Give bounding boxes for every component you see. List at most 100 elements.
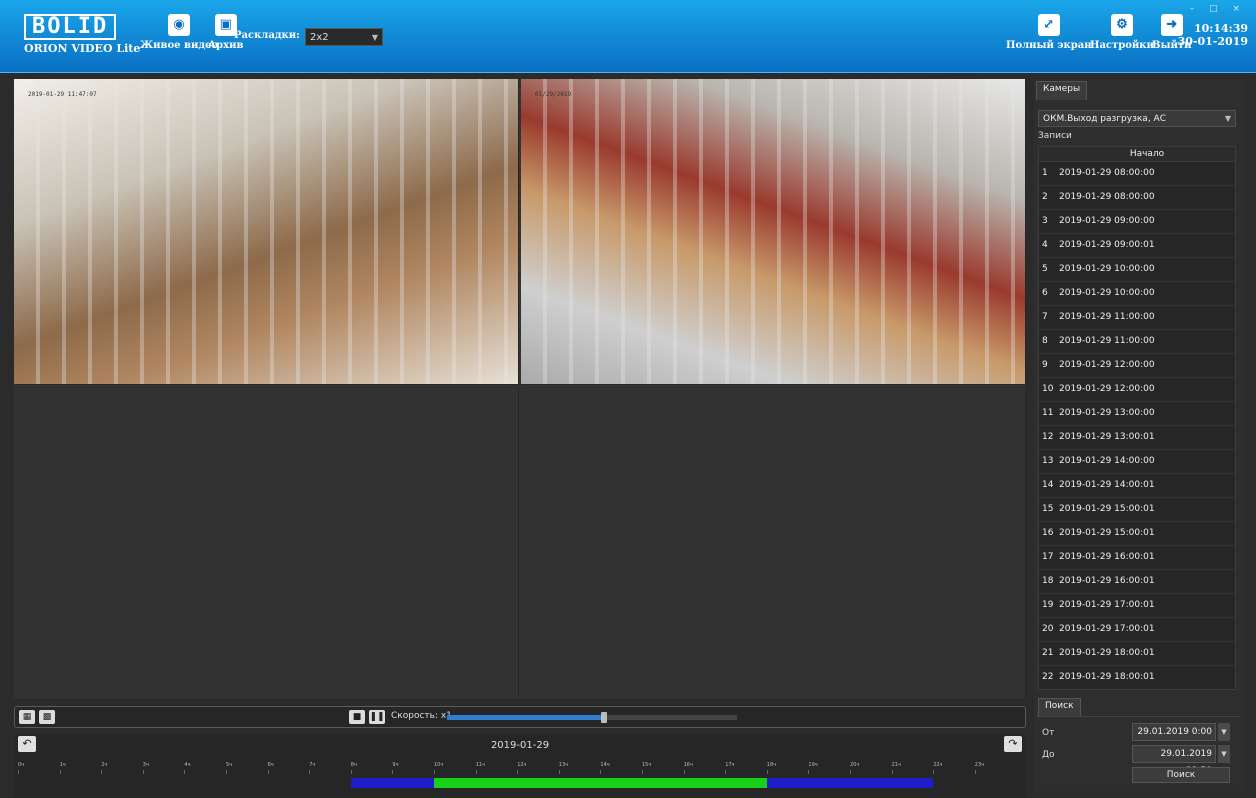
record-row[interactable]: 20 2019-01-29 17:00:01	[1039, 618, 1235, 642]
record-row[interactable]: 2 2019-01-29 08:00:00	[1039, 186, 1235, 210]
camera-select[interactable]: ОКМ.Выход разгрузка, АС ▼	[1038, 110, 1236, 127]
record-row[interactable]: 12 2019-01-29 13:00:01	[1039, 426, 1235, 450]
playback-controls: ▦ ▩ ■ ❚❚ Скорость: x1	[14, 706, 1026, 728]
records-label: Записи	[1038, 131, 1072, 141]
record-row[interactable]: 8 2019-01-29 11:00:00	[1039, 330, 1235, 354]
record-row[interactable]: 1 2019-01-29 08:00:00	[1039, 162, 1235, 186]
stop-button[interactable]: ■	[349, 710, 365, 724]
record-start-time: 2019-01-29 16:00:01	[1059, 552, 1155, 562]
timeline-hour-label: 17ч	[725, 762, 735, 768]
record-row[interactable]: 21 2019-01-29 18:00:01	[1039, 642, 1235, 666]
timeline-hour-label: 12ч	[517, 762, 527, 768]
records-header-start: Начало	[1039, 147, 1235, 162]
record-row[interactable]: 10 2019-01-29 12:00:00	[1039, 378, 1235, 402]
video-timestamp-1: 2019-01-29 11:47:07	[28, 91, 97, 98]
speed-label: Скорость: x1	[391, 711, 452, 721]
timeline-date: 2019-01-29	[490, 740, 550, 751]
record-row[interactable]: 4 2019-01-29 09:00:01	[1039, 234, 1235, 258]
archive-timeline[interactable]: ↶ 2019-01-29 ↷ 0ч 1ч 2ч 3ч 4ч 5ч 6ч 7ч 8ч 9ч 10ч 11…	[14, 734, 1026, 798]
fullscreen-button[interactable]: ⤢ Полный экран	[1006, 14, 1092, 51]
timeline-tick	[558, 770, 560, 774]
record-row[interactable]: 11 2019-01-29 13:00:00	[1039, 402, 1235, 426]
window-controls[interactable]: – □ ×	[1190, 4, 1246, 14]
record-row[interactable]: 7 2019-01-29 11:00:00	[1039, 306, 1235, 330]
record-number: 3	[1042, 216, 1048, 226]
timeline-hour-label: 0ч	[18, 762, 25, 768]
record-start-time: 2019-01-29 09:00:01	[1059, 240, 1155, 250]
to-date-dropdown[interactable]: ▼	[1218, 745, 1230, 763]
right-panel: Камеры ОКМ.Выход разгрузка, АС ▼ Записи …	[1034, 79, 1244, 791]
record-number: 20	[1042, 624, 1054, 634]
fullscreen-label: Полный экран	[1006, 40, 1092, 51]
record-row[interactable]: 22 2019-01-29 18:00:01	[1039, 666, 1235, 689]
record-start-time: 2019-01-29 09:00:00	[1059, 216, 1155, 226]
record-row[interactable]: 15 2019-01-29 15:00:01	[1039, 498, 1235, 522]
tab-search[interactable]: Поиск	[1038, 698, 1081, 717]
layout-select[interactable]: 2x2 ▼	[305, 28, 383, 46]
record-start-time: 2019-01-29 12:00:00	[1059, 360, 1155, 370]
record-start-time: 2019-01-29 18:00:01	[1059, 648, 1155, 658]
settings-label: Настройки	[1090, 40, 1154, 51]
timeline-recording-segment[interactable]	[766, 778, 934, 788]
record-number: 22	[1042, 672, 1054, 682]
record-start-time: 2019-01-29 10:00:00	[1059, 264, 1155, 274]
timeline-tick	[101, 770, 103, 774]
record-start-time: 2019-01-29 15:00:01	[1059, 504, 1155, 514]
record-row[interactable]: 17 2019-01-29 16:00:01	[1039, 546, 1235, 570]
timeline-hour-label: 16ч	[683, 762, 693, 768]
speed-slider[interactable]	[447, 712, 737, 723]
record-number: 5	[1042, 264, 1048, 274]
speed-slider-handle[interactable]	[600, 712, 607, 723]
chevron-down-icon: ▼	[1221, 750, 1227, 758]
snapshot-button[interactable]: ▦	[19, 710, 35, 724]
record-number: 19	[1042, 600, 1054, 610]
from-date-field[interactable]: 29.01.2019 0:00	[1132, 723, 1216, 741]
record-row[interactable]: 9 2019-01-29 12:00:00	[1039, 354, 1235, 378]
timeline-hour-label: 23ч	[974, 762, 985, 768]
record-row[interactable]: 5 2019-01-29 10:00:00	[1039, 258, 1235, 282]
to-label: До	[1042, 750, 1055, 760]
record-row[interactable]: 13 2019-01-29 14:00:00	[1039, 450, 1235, 474]
video-frame-1	[14, 79, 518, 384]
record-row[interactable]: 18 2019-01-29 16:00:01	[1039, 570, 1235, 594]
timeline-hour-label: 4ч	[184, 762, 191, 768]
pause-button[interactable]: ❚❚	[369, 710, 385, 724]
chevron-down-icon: ▼	[1224, 114, 1231, 123]
timeline-recording-segment[interactable]	[434, 778, 767, 788]
record-number: 13	[1042, 456, 1054, 466]
video-cell-1[interactable]: 2019-01-29 11:47:07	[14, 79, 519, 385]
to-date-field[interactable]: 29.01.2019 23:59	[1132, 745, 1216, 776]
video-cell-4[interactable]	[521, 387, 1026, 700]
timeline-tick	[475, 770, 477, 774]
pause-icon: ❚❚	[369, 712, 385, 722]
timeline-tick	[808, 770, 810, 774]
video-frame-2	[521, 79, 1025, 384]
save-button[interactable]: ▩	[39, 710, 55, 724]
record-start-time: 2019-01-29 10:00:00	[1059, 288, 1155, 298]
settings-button[interactable]: ⚙ Настройки	[1090, 14, 1154, 51]
record-number: 12	[1042, 432, 1054, 442]
timeline-next-button[interactable]: ↷	[1004, 736, 1022, 752]
video-cell-3[interactable]	[14, 387, 519, 700]
clock: 10:14:39 30-01-2019	[1178, 22, 1248, 48]
record-row[interactable]: 3 2019-01-29 09:00:00	[1039, 210, 1235, 234]
camera-select-value: ОКМ.Выход разгрузка, АС	[1043, 114, 1166, 124]
timeline-tick	[974, 770, 976, 774]
tab-cameras[interactable]: Камеры	[1036, 81, 1088, 100]
records-table[interactable]: Начало 1 2019-01-29 08:00:00 2 2019-01-29 0…	[1038, 146, 1236, 690]
from-date-dropdown[interactable]: ▼	[1218, 723, 1230, 741]
record-row[interactable]: 16 2019-01-29 15:00:01	[1039, 522, 1235, 546]
record-row[interactable]: 14 2019-01-29 14:00:01	[1039, 474, 1235, 498]
record-row[interactable]: 6 2019-01-29 10:00:00	[1039, 282, 1235, 306]
video-cell-2[interactable]: 01/29/2019	[521, 79, 1026, 385]
timeline-hour-label: 5ч	[226, 762, 233, 768]
live-video-button[interactable]: ◉ Живое видео	[140, 14, 218, 51]
search-button[interactable]: Поиск	[1132, 767, 1230, 783]
timeline-recording-segment[interactable]	[350, 778, 434, 788]
timeline-tick	[309, 770, 311, 774]
timeline-hour-label: 21ч	[891, 762, 901, 768]
brand-logo: BOLID	[24, 14, 117, 40]
record-row[interactable]: 19 2019-01-29 17:00:01	[1039, 594, 1235, 618]
timeline-tick	[59, 770, 61, 774]
stop-icon: ■	[352, 712, 362, 722]
